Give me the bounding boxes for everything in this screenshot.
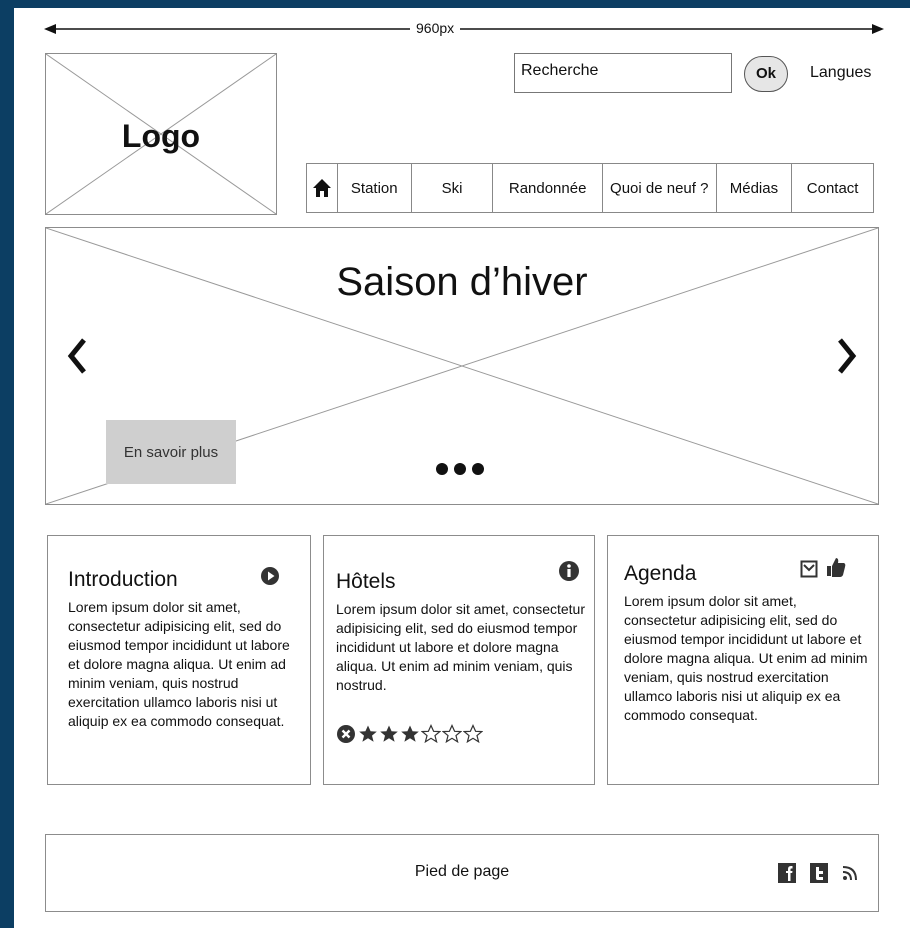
- logo-placeholder[interactable]: Logo: [45, 53, 277, 215]
- rss-icon[interactable]: [842, 865, 858, 886]
- hero-title: Saison d’hiver: [336, 260, 588, 304]
- footer: Pied de page: [45, 834, 879, 912]
- nav-item-quoi-de-neuf[interactable]: Quoi de neuf ?: [601, 164, 716, 212]
- width-dimension-line: [44, 24, 884, 34]
- chevron-right-icon[interactable]: [836, 336, 858, 383]
- card-text: Lorem ipsum dolor sit amet, consectetur …: [624, 593, 868, 723]
- home-icon[interactable]: [307, 164, 337, 212]
- card-title: Introduction: [68, 568, 178, 591]
- nav-item-station[interactable]: Station: [336, 164, 411, 212]
- star-empty-icon[interactable]: [463, 724, 483, 744]
- main-nav: Station Ski Randonnée Quoi de neuf ? Méd…: [306, 163, 874, 213]
- pager-dot[interactable]: [454, 463, 466, 475]
- logo-text: Logo: [121, 118, 201, 154]
- pager-dot[interactable]: [472, 463, 484, 475]
- chevron-left-icon[interactable]: [66, 336, 88, 383]
- languages-link[interactable]: Langues: [810, 64, 871, 82]
- stars: [358, 724, 483, 744]
- thumbs-up-icon[interactable]: [826, 556, 846, 583]
- star-filled-icon[interactable]: [379, 724, 399, 744]
- card-text: Lorem ipsum dolor sit amet, consectetur …: [336, 601, 585, 693]
- learn-more-button[interactable]: En savoir plus: [106, 420, 236, 484]
- nav-item-ski[interactable]: Ski: [410, 164, 493, 212]
- star-empty-icon[interactable]: [442, 724, 462, 744]
- card-title: Agenda: [624, 562, 697, 585]
- hero-slider: Saison d’hiver En savoir plus: [45, 227, 879, 505]
- nav-item-randonnee[interactable]: Randonnée: [492, 164, 602, 212]
- star-rating[interactable]: [336, 724, 483, 744]
- star-empty-icon[interactable]: [421, 724, 441, 744]
- twitter-icon[interactable]: [810, 863, 828, 888]
- card-agenda: Agenda Lorem ipsum dolor sit amet, conse…: [607, 535, 879, 785]
- card-introduction: Introduction Lorem ipsum dolor sit amet,…: [47, 535, 311, 785]
- footer-text: Pied de page: [414, 863, 510, 880]
- nav-item-contact[interactable]: Contact: [791, 164, 873, 212]
- star-filled-icon[interactable]: [358, 724, 378, 744]
- width-dimension-label: 960px: [410, 20, 461, 36]
- clear-rating-icon[interactable]: [336, 724, 356, 744]
- checkbox-icon[interactable]: [800, 560, 818, 583]
- play-circle-icon[interactable]: [260, 566, 280, 591]
- facebook-icon[interactable]: [778, 863, 796, 888]
- slider-pager[interactable]: [436, 463, 484, 475]
- card-text: Lorem ipsum dolor sit amet, consectetur …: [68, 599, 290, 729]
- search-ok-button[interactable]: Ok: [744, 56, 788, 92]
- search-input[interactable]: Recherche: [514, 53, 732, 93]
- card-hotels: Hôtels Lorem ipsum dolor sit amet, conse…: [323, 535, 595, 785]
- wireframe-canvas: 960px Logo Recherche Ok Langues Station …: [14, 8, 910, 928]
- nav-item-medias[interactable]: Médias: [715, 164, 792, 212]
- info-icon[interactable]: [558, 560, 580, 587]
- pager-dot[interactable]: [436, 463, 448, 475]
- star-filled-icon[interactable]: [400, 724, 420, 744]
- card-title: Hôtels: [336, 570, 396, 593]
